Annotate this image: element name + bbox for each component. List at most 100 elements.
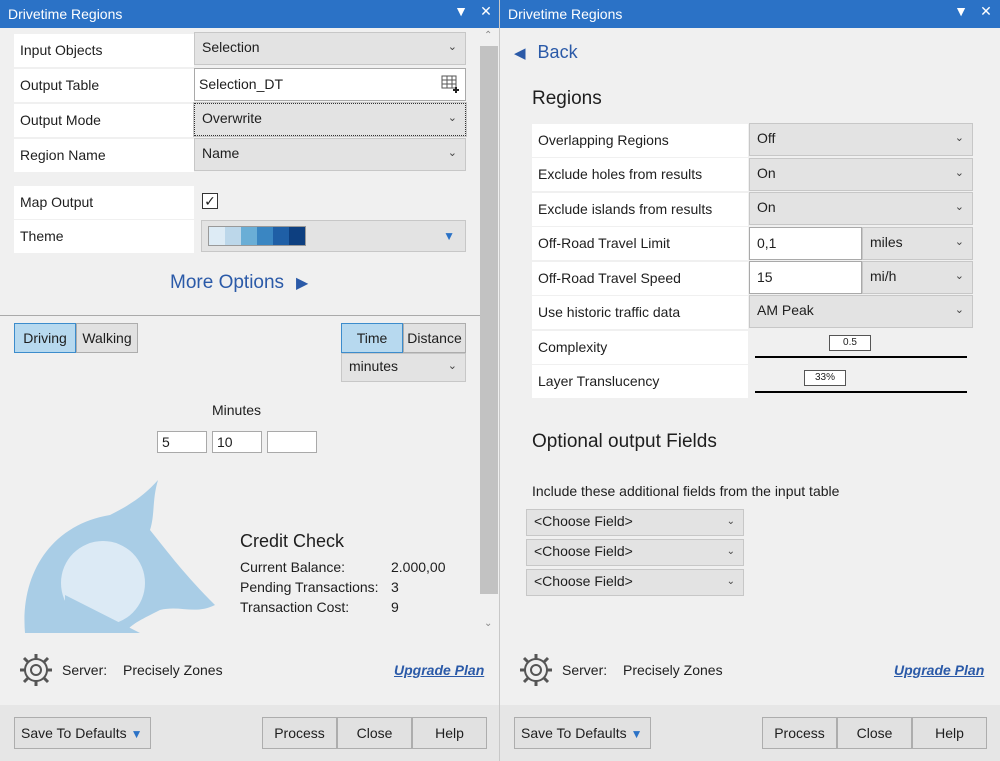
exclude-islands-value: On [757,199,776,215]
transaction-cost-label: Transaction Cost: [240,599,350,615]
panel-title: Drivetime Regions [508,6,623,22]
close-icon[interactable]: ✕ [477,3,495,20]
offroad-limit-label: Off-Road Travel Limit [532,227,748,260]
complexity-slider[interactable]: 0.5 [749,331,973,364]
back-button[interactable]: ◀ Back [514,42,578,63]
theme-swatch-cell [257,227,273,245]
distance-button[interactable]: Distance [403,323,466,353]
output-mode-select[interactable]: Overwrite ⌄ [193,102,467,137]
overlapping-regions-label: Overlapping Regions [532,124,748,157]
save-to-defaults-button[interactable]: Save To Defaults ▼ [14,717,151,749]
right-panel: Drivetime Regions ▼ ✕ ◀ Back Regions Over… [500,0,1000,761]
more-options-button[interactable]: More Options ▶ [170,272,308,294]
slider-track [755,391,967,393]
theme-select[interactable]: ▼ [201,220,466,252]
input-objects-value: Selection [202,39,260,55]
close-icon[interactable]: ✕ [977,3,995,20]
slider-track [755,356,967,358]
gear-icon[interactable] [518,652,554,688]
chevron-down-icon: ⌄ [954,236,964,248]
current-balance-value: 2.000,00 [391,559,446,575]
time-button[interactable]: Time [341,323,403,353]
theme-swatch-cell [209,227,225,245]
translucency-thumb[interactable]: 33% [804,370,846,386]
help-button[interactable]: Help [912,717,987,749]
scrollbar-thumb[interactable] [480,46,498,594]
exclude-islands-select[interactable]: On ⌄ [749,192,973,225]
minutes-input-3[interactable] [267,431,317,453]
choose-field-select-3[interactable]: <Choose Field> ⌄ [526,569,744,596]
transaction-cost-value: 9 [391,599,399,615]
driving-button[interactable]: Driving [14,323,76,353]
dropdown-arrow-icon: ▼ [630,727,643,741]
minutes-label: Minutes [212,402,262,418]
historic-traffic-label: Use historic traffic data [532,296,748,329]
historic-traffic-select[interactable]: AM Peak ⌄ [749,295,973,328]
chevron-down-icon: ⌄ [447,147,457,159]
units-select[interactable]: minutes ⌄ [341,353,466,382]
translucency-slider[interactable]: 33% [749,365,973,398]
chevron-down-icon: ⌄ [726,576,735,587]
minutes-input-2[interactable]: 10 [212,431,262,453]
exclude-holes-select[interactable]: On ⌄ [749,158,973,191]
pending-transactions-value: 3 [391,579,399,595]
credit-check-title: Credit Check [240,531,345,551]
chevron-down-icon: ⌄ [954,132,964,144]
offroad-limit-unit-select[interactable]: miles ⌄ [862,227,973,260]
more-options-label: More Options [170,272,285,293]
input-objects-select[interactable]: Selection ⌄ [194,32,466,65]
output-table-label: Output Table [14,69,194,102]
save-to-defaults-button[interactable]: Save To Defaults ▼ [514,717,651,749]
chevron-down-icon: ⌄ [954,201,964,213]
close-button[interactable]: Close [337,717,412,749]
chevron-down-icon: ⌄ [954,304,964,316]
server-name: Precisely Zones [123,662,223,678]
output-table-field[interactable]: Selection_DT [194,68,466,101]
upgrade-plan-link[interactable]: Upgrade Plan [394,662,484,678]
historic-traffic-value: AM Peak [757,302,814,318]
input-objects-label: Input Objects [14,34,194,67]
process-button[interactable]: Process [262,717,337,749]
current-balance-label: Current Balance: [240,559,346,575]
region-name-label: Region Name [14,139,194,172]
exclude-islands-label: Exclude islands from results [532,193,748,226]
back-arrow-icon: ◀ [514,45,526,62]
scroll-up-icon[interactable]: ⌃ [484,30,492,41]
process-button[interactable]: Process [762,717,837,749]
dropdown-icon[interactable]: ▼ [952,3,970,19]
upgrade-plan-link[interactable]: Upgrade Plan [894,662,984,678]
chevron-down-icon: ⌄ [726,546,735,557]
dropdown-arrow-icon: ▼ [443,229,455,243]
walking-button[interactable]: Walking [76,323,138,353]
theme-label: Theme [14,220,194,253]
table-add-icon[interactable] [441,75,461,93]
theme-swatch-cell [225,227,241,245]
choose-field-value: <Choose Field> [534,513,633,529]
region-name-value: Name [202,145,240,161]
title-bar: Drivetime Regions ▼ ✕ [0,0,499,28]
offroad-limit-input[interactable]: 0,1 [749,227,862,260]
dropdown-icon[interactable]: ▼ [452,3,470,19]
chevron-down-icon: ⌄ [954,167,964,179]
map-output-checkbox[interactable]: ✓ [202,193,218,209]
offroad-speed-unit: mi/h [870,268,897,284]
theme-swatch-cell [241,227,257,245]
complexity-thumb[interactable]: 0.5 [829,335,871,351]
drivetime-illustration [24,480,216,633]
scrollbar[interactable]: ⌃ ⌄ [480,28,498,638]
offroad-speed-unit-select[interactable]: mi/h ⌄ [862,261,973,294]
choose-field-select-2[interactable]: <Choose Field> ⌄ [526,539,744,566]
close-button[interactable]: Close [837,717,912,749]
offroad-speed-input[interactable]: 15 [749,261,862,294]
chevron-down-icon: ⌄ [954,270,964,282]
help-button[interactable]: Help [412,717,487,749]
overlapping-regions-select[interactable]: Off ⌄ [749,123,973,156]
region-name-select[interactable]: Name ⌄ [194,138,466,171]
units-value: minutes [349,358,399,374]
chevron-down-icon: ⌄ [447,360,457,372]
gear-icon[interactable] [18,652,54,688]
scroll-down-icon[interactable]: ⌄ [484,618,492,629]
offroad-limit-unit: miles [870,234,903,250]
choose-field-select-1[interactable]: <Choose Field> ⌄ [526,509,744,536]
minutes-input-1[interactable]: 5 [157,431,207,453]
